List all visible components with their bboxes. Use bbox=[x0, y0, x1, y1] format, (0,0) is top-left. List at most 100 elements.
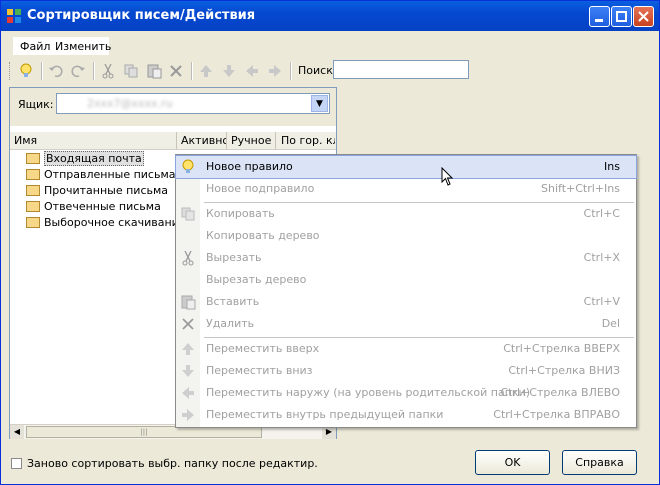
folder-icon bbox=[26, 201, 40, 212]
column-divider[interactable] bbox=[275, 132, 276, 149]
menu-item-copy-tree[interactable]: Копировать дерево bbox=[176, 225, 636, 247]
app-icon bbox=[7, 9, 21, 23]
column-manual[interactable]: Ручное bbox=[231, 134, 275, 147]
new-rule-icon bbox=[182, 159, 194, 173]
folder-icon bbox=[26, 153, 40, 164]
menu-item-label: Новое правило bbox=[206, 160, 293, 173]
close-icon bbox=[638, 11, 649, 22]
paste-icon bbox=[181, 295, 196, 310]
menu-item-move-up[interactable]: Переместить вверх Ctrl+Стрелка ВВЕРХ bbox=[176, 338, 636, 360]
minimize-button[interactable] bbox=[589, 6, 610, 27]
mailbox-label: Ящик: bbox=[18, 98, 54, 111]
menu-item-cut[interactable]: Вырезать Ctrl+X bbox=[176, 247, 636, 269]
ok-button[interactable]: OK bbox=[475, 450, 550, 475]
menu-item-shortcut: Ctrl+C bbox=[583, 207, 620, 220]
menu-bar: Файл Изменить bbox=[13, 37, 111, 55]
new-rule-icon[interactable] bbox=[17, 62, 35, 80]
maximize-button[interactable] bbox=[611, 6, 632, 27]
column-divider[interactable] bbox=[176, 132, 177, 149]
column-divider[interactable] bbox=[226, 132, 227, 149]
menu-item-shortcut: Ins bbox=[604, 160, 620, 173]
resort-checkbox-label[interactable]: Заново сортировать выбр. папку после ред… bbox=[27, 457, 318, 470]
toolbar-separator bbox=[290, 62, 292, 80]
menu-item-cut-tree[interactable]: Вырезать дерево bbox=[176, 269, 636, 291]
arrow-left-icon bbox=[182, 387, 194, 399]
arrow-up-icon[interactable] bbox=[197, 62, 215, 80]
mailbox-value: 2xxx7@xxxx.ru bbox=[87, 97, 173, 110]
arrow-left-icon[interactable] bbox=[243, 62, 261, 80]
minimize-icon bbox=[595, 19, 603, 22]
chevron-down-icon[interactable]: ▼ bbox=[311, 95, 328, 112]
redo-icon[interactable] bbox=[69, 62, 87, 80]
menu-item-new-subrule[interactable]: Новое подправило Shift+Ctrl+Ins bbox=[176, 178, 636, 200]
menu-item-move-out[interactable]: Переместить наружу (на уровень родительс… bbox=[176, 382, 636, 404]
folder-icon bbox=[26, 217, 40, 228]
menu-item-shortcut: Ctrl+V bbox=[583, 295, 620, 308]
mailbox-select[interactable]: 2xxx7@xxxx.ru ▼ bbox=[56, 93, 330, 114]
menu-item-shortcut: Ctrl+Стрелка ВНИЗ bbox=[508, 364, 620, 377]
menu-edit[interactable]: Изменить bbox=[55, 40, 111, 53]
mouse-cursor-icon bbox=[441, 167, 453, 186]
close-button[interactable] bbox=[633, 6, 654, 27]
copy-icon bbox=[181, 207, 195, 221]
menu-item-move-down[interactable]: Переместить вниз Ctrl+Стрелка ВНИЗ bbox=[176, 360, 636, 382]
column-hotkey[interactable]: По гор. кла bbox=[281, 134, 335, 147]
delete-icon bbox=[182, 318, 194, 330]
menu-item-label: Переместить вниз bbox=[206, 364, 313, 377]
undo-icon[interactable] bbox=[47, 62, 65, 80]
search-label: Поиск bbox=[298, 64, 333, 77]
menu-item-label: Вырезать дерево bbox=[206, 273, 307, 286]
context-menu: Новое правило Ins Новое подправило Shift… bbox=[175, 154, 637, 428]
column-name[interactable]: Имя bbox=[14, 134, 174, 147]
menu-file[interactable]: Файл bbox=[20, 40, 50, 53]
toolbar-grip[interactable] bbox=[9, 62, 13, 80]
menu-item-label: Переместить наружу (на уровень родительс… bbox=[206, 386, 530, 399]
folder-icon bbox=[26, 185, 40, 196]
menu-item-copy[interactable]: Копировать Ctrl+C bbox=[176, 203, 636, 225]
menu-item-label: Удалить bbox=[206, 317, 255, 330]
folder-label: Прочитанные письма bbox=[44, 184, 169, 197]
window-title: Сортировщик писем/Действия bbox=[27, 8, 256, 23]
resort-checkbox[interactable] bbox=[11, 458, 22, 469]
folder-label: Отправленные письма bbox=[44, 168, 176, 181]
scissors-icon[interactable] bbox=[99, 62, 117, 80]
delete-icon[interactable] bbox=[167, 62, 185, 80]
menu-item-label: Копировать bbox=[206, 207, 275, 220]
menu-item-shortcut: Ctrl+X bbox=[583, 251, 620, 264]
copy-icon[interactable] bbox=[122, 62, 140, 80]
menu-item-shortcut: Ctrl+Стрелка ВПРАВО bbox=[493, 408, 620, 421]
menu-item-delete[interactable]: Удалить Del bbox=[176, 313, 636, 335]
app-window: Сортировщик писем/Действия Файл Изменить bbox=[0, 0, 660, 485]
folder-label: Входящая почта bbox=[44, 151, 144, 166]
column-header: Имя Активно Ручное По гор. кла bbox=[10, 132, 336, 150]
menu-item-label: Переместить вверх bbox=[206, 342, 320, 355]
menu-item-new-rule[interactable]: Новое правило Ins bbox=[175, 155, 637, 179]
search-input[interactable] bbox=[333, 60, 469, 79]
toolbar-separator bbox=[191, 62, 193, 80]
arrow-right-icon[interactable] bbox=[266, 62, 284, 80]
column-active[interactable]: Активно bbox=[181, 134, 227, 147]
title-bar[interactable]: Сортировщик писем/Действия bbox=[1, 1, 659, 31]
menu-item-label: Переместить внутрь предыдущей папки bbox=[206, 408, 444, 421]
menu-item-paste[interactable]: Вставить Ctrl+V bbox=[176, 291, 636, 313]
arrow-right-icon bbox=[182, 409, 194, 421]
arrow-down-icon[interactable] bbox=[220, 62, 238, 80]
folder-label: Отвеченные письма bbox=[44, 200, 161, 213]
menu-item-label: Вырезать bbox=[206, 251, 262, 264]
folder-label: Выборочное скачивание bbox=[44, 216, 186, 229]
menu-item-shortcut: Ctrl+Стрелка ВЛЕВО bbox=[500, 386, 620, 399]
toolbar-separator bbox=[41, 62, 43, 80]
menu-item-move-in[interactable]: Переместить внутрь предыдущей папки Ctrl… bbox=[176, 404, 636, 426]
arrow-up-icon bbox=[182, 343, 194, 355]
scroll-left-icon[interactable]: ◀ bbox=[10, 425, 24, 439]
paste-icon[interactable] bbox=[145, 62, 163, 80]
menu-item-shortcut: Del bbox=[601, 317, 620, 330]
arrow-down-icon bbox=[182, 365, 194, 377]
menu-item-label: Вставить bbox=[206, 295, 260, 308]
toolbar-separator bbox=[93, 62, 95, 80]
menu-item-label: Новое подправило bbox=[206, 182, 315, 195]
folder-icon bbox=[26, 169, 40, 180]
scissors-icon bbox=[182, 250, 194, 266]
help-button[interactable]: Справка bbox=[562, 450, 637, 475]
menu-item-shortcut: Shift+Ctrl+Ins bbox=[541, 182, 620, 195]
